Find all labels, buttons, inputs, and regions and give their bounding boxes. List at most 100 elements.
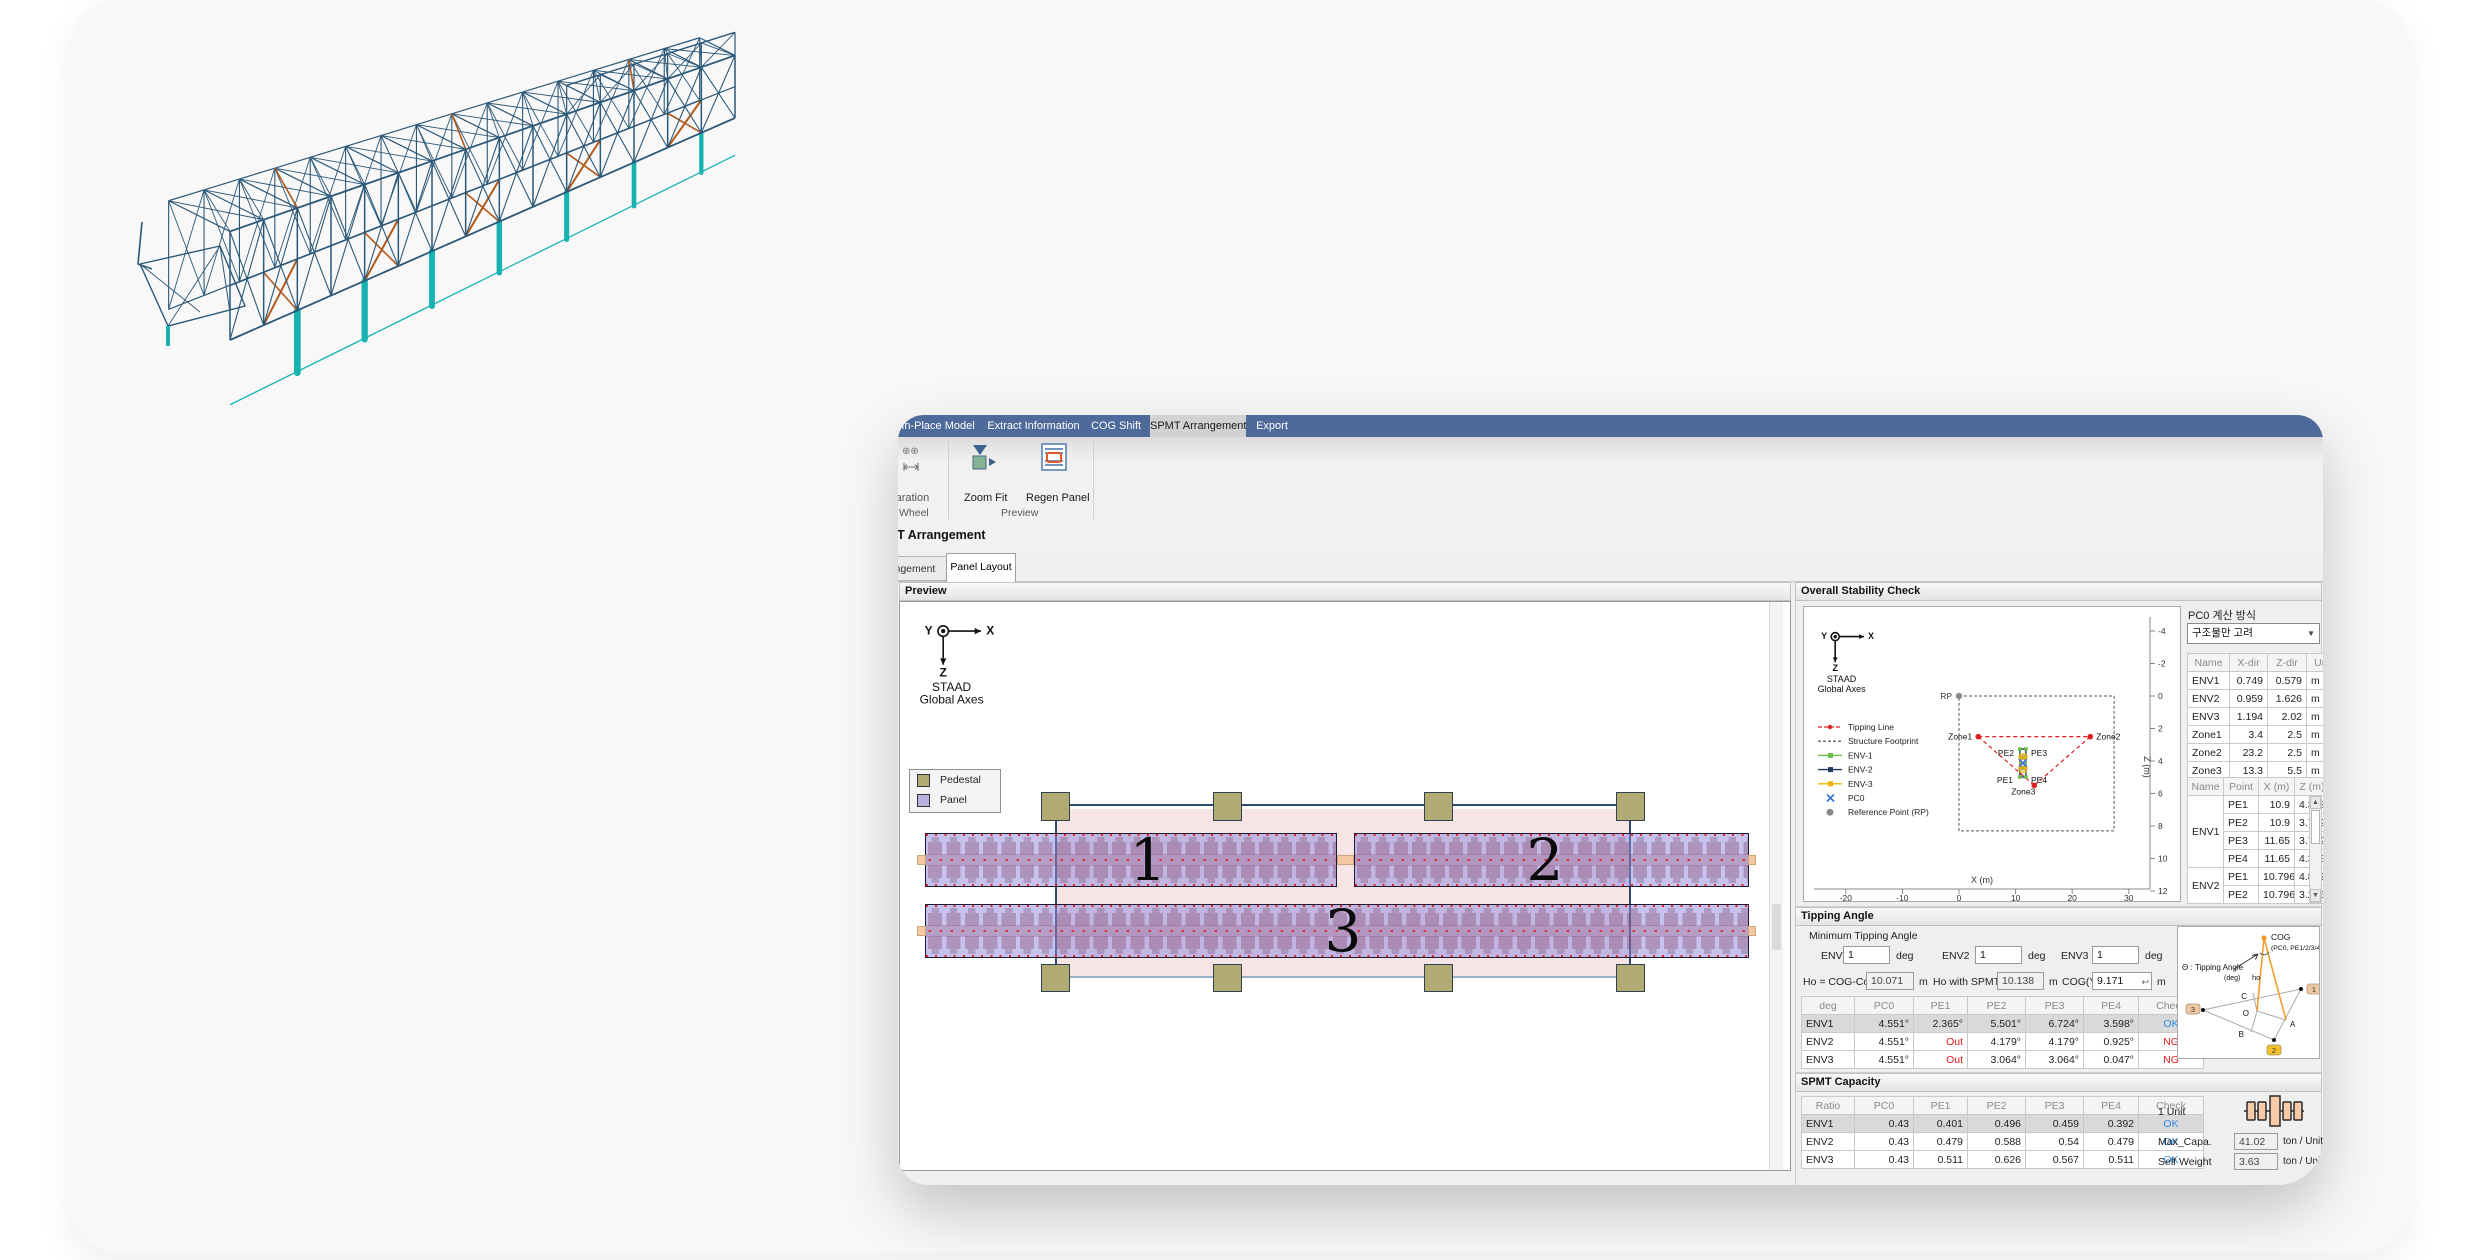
svg-text:B: B xyxy=(2239,1030,2244,1039)
tab-panel-layout[interactable]: Panel Layout xyxy=(946,553,1016,582)
cell: 0.579 xyxy=(2268,672,2307,690)
tab-extract-information[interactable]: Extract Information xyxy=(986,415,1081,437)
svg-text:X (m): X (m) xyxy=(1971,875,1993,885)
cell: ENV1 xyxy=(2188,796,2224,868)
tipping-angle-diagram: COG(PC0, PE1/2/3/4)Θ : Tipping Angle(deg… xyxy=(2178,927,2319,1058)
svg-text:O: O xyxy=(2243,1009,2249,1018)
capacity-body: RatioPC0PE1PE2PE3PE4CheckENV10.430.4010.… xyxy=(1795,1092,2322,1185)
cell: 6.724° xyxy=(2026,1015,2084,1033)
tipping-table: degPC0PE1PE2PE3PE4CheckENV14.551°2.365°5… xyxy=(1801,996,2204,1069)
point-table: NamePointX (m)Z (m)ENV1PE110.94.338PE210… xyxy=(2187,777,2323,904)
cell: 2.365° xyxy=(1914,1015,1968,1033)
table-row[interactable]: Zone13.42.5m xyxy=(2188,726,2324,744)
tipping-header: Tipping Angle xyxy=(1795,907,2322,926)
svg-text:⊕⊕: ⊕⊕ xyxy=(902,446,919,457)
pedestal xyxy=(1424,964,1453,992)
tab-export[interactable]: Export xyxy=(1250,415,1294,437)
pedestal xyxy=(1616,792,1645,821)
cell: Out xyxy=(1914,1051,1968,1069)
pedestal-swatch xyxy=(917,774,930,787)
svg-text:PE1: PE1 xyxy=(1997,775,2013,785)
structure-3d-model xyxy=(80,12,840,427)
cell: 0.511 xyxy=(1914,1151,1968,1169)
preview-canvas[interactable]: YXZSTAADGlobal Axes PedestalPanel 1 2 3 xyxy=(899,601,1791,1171)
max-capa-unit: ton / Unit xyxy=(2283,1136,2323,1147)
tab-in-place-model[interactable]: In-Place Model xyxy=(898,415,984,437)
table-row[interactable]: ENV30.430.5110.6260.5670.511OK xyxy=(1802,1151,2204,1169)
cell: m xyxy=(2307,744,2324,762)
preview-scrollbar-thumb[interactable] xyxy=(1772,904,1781,950)
svg-text:-2: -2 xyxy=(2158,659,2166,669)
tab-spmt-arrangement[interactable]: SPMT Arrangement xyxy=(1150,415,1246,437)
cell: 0.479 xyxy=(1914,1133,1968,1151)
scroll-up-icon[interactable]: ▲ xyxy=(2310,796,2321,809)
cell: ENV3 xyxy=(1802,1151,1855,1169)
cog-y-value: 9.171 xyxy=(2097,975,2123,987)
stability-body: -20-100102030-4-2024681012X (m)Z (m)YXZS… xyxy=(1795,601,2322,907)
env-3-deg-input[interactable]: 1 xyxy=(2092,946,2139,964)
table-row[interactable]: ENV1PE110.94.338 xyxy=(2188,796,2324,814)
zoom-fit-icon xyxy=(970,442,998,472)
table-row[interactable]: ENV10.430.4010.4960.4590.392OK xyxy=(1802,1115,2204,1133)
cell: 10.9 xyxy=(2259,796,2295,814)
cell: m xyxy=(2307,690,2324,708)
table-row[interactable]: ENV20.430.4790.5880.540.479OK xyxy=(1802,1133,2204,1151)
cell: 2.02 xyxy=(2268,708,2307,726)
pedestal xyxy=(1041,792,1070,821)
cell: m xyxy=(2307,726,2324,744)
regen-panel-button[interactable] xyxy=(1040,442,1070,474)
cell: 3.064° xyxy=(1968,1051,2026,1069)
point-table-scrollbar[interactable]: ▲ ▼ xyxy=(2309,795,2322,903)
cog-y-field[interactable]: 9.171 ↩ xyxy=(2092,972,2152,990)
pc0-method-value: 구조물만 고려 xyxy=(2192,627,2253,639)
table-row[interactable]: ENV34.551°Out3.064°3.064°0.047°NG xyxy=(1802,1051,2204,1069)
col-header-x-dir: X-dir xyxy=(2230,654,2268,672)
tab-cog-shift[interactable]: COG Shift xyxy=(1090,415,1142,437)
svg-text:PE3: PE3 xyxy=(2031,748,2047,758)
table-row[interactable]: ENV2PE110.7964.862 xyxy=(2188,868,2324,886)
zoom-fit-button[interactable] xyxy=(970,442,1000,474)
cell: PE2 xyxy=(2224,814,2259,832)
table-row[interactable]: ENV24.551°Out4.179°4.179°0.925°NG xyxy=(1802,1033,2204,1051)
cell: PE1 xyxy=(2224,796,2259,814)
env-1-deg-input[interactable]: 1 xyxy=(1843,946,1890,964)
pc0-method-dropdown[interactable]: 구조물만 고려 ▼ xyxy=(2187,623,2320,644)
cell: ENV3 xyxy=(2188,708,2230,726)
svg-text:2: 2 xyxy=(2272,1046,2276,1055)
svg-text:4: 4 xyxy=(2158,756,2163,766)
cell: 0.925° xyxy=(2084,1033,2139,1051)
table-row[interactable]: Zone223.22.5m xyxy=(2188,744,2324,762)
svg-text:Y: Y xyxy=(1821,631,1827,641)
scrollbar-thumb[interactable] xyxy=(2311,810,2320,844)
ribbon-separator xyxy=(948,441,949,519)
undo-icon[interactable]: ↩ xyxy=(2141,974,2149,990)
table-row[interactable]: ENV31.1942.02m xyxy=(2188,708,2324,726)
cell: 0.626 xyxy=(1968,1151,2026,1169)
page-title: SPMT Arrangement xyxy=(898,528,986,542)
cell: 10.796 xyxy=(2259,886,2295,904)
svg-text:Zone1: Zone1 xyxy=(1948,732,1972,742)
cell: 0.047° xyxy=(2084,1051,2139,1069)
table-row[interactable]: ENV10.7490.579m xyxy=(2188,672,2324,690)
cell: m xyxy=(2307,708,2324,726)
svg-text:ENV-1: ENV-1 xyxy=(1848,750,1873,760)
cell: 0.43 xyxy=(1855,1151,1914,1169)
svg-text:(deg): (deg) xyxy=(2224,975,2240,982)
preview-scrollbar[interactable] xyxy=(1769,602,1783,1170)
env-2-deg-input[interactable]: 1 xyxy=(1975,946,2022,964)
cell: m xyxy=(2307,672,2324,690)
stability-header: Overall Stability Check xyxy=(1795,582,2322,601)
col-header-pe4: PE4 xyxy=(2084,1097,2139,1115)
tab-arrangement[interactable]: Arrangement xyxy=(898,556,952,581)
scroll-down-icon[interactable]: ▼ xyxy=(2310,889,2321,902)
svg-text:3: 3 xyxy=(2191,1005,2195,1014)
cell: ENV2 xyxy=(2188,868,2224,904)
svg-text:0: 0 xyxy=(1957,893,1962,901)
separation-button[interactable]: ⊕⊕ xyxy=(900,443,930,475)
svg-text:Z (m): Z (m) xyxy=(2142,756,2152,778)
cell: ENV2 xyxy=(1802,1033,1855,1051)
stability-chart-box: -20-100102030-4-2024681012X (m)Z (m)YXZS… xyxy=(1803,606,2181,902)
table-row[interactable]: ENV20.9591.626m xyxy=(2188,690,2324,708)
table-row[interactable]: ENV14.551°2.365°5.501°6.724°3.598°OK xyxy=(1802,1015,2204,1033)
panel-swatch xyxy=(917,794,930,807)
